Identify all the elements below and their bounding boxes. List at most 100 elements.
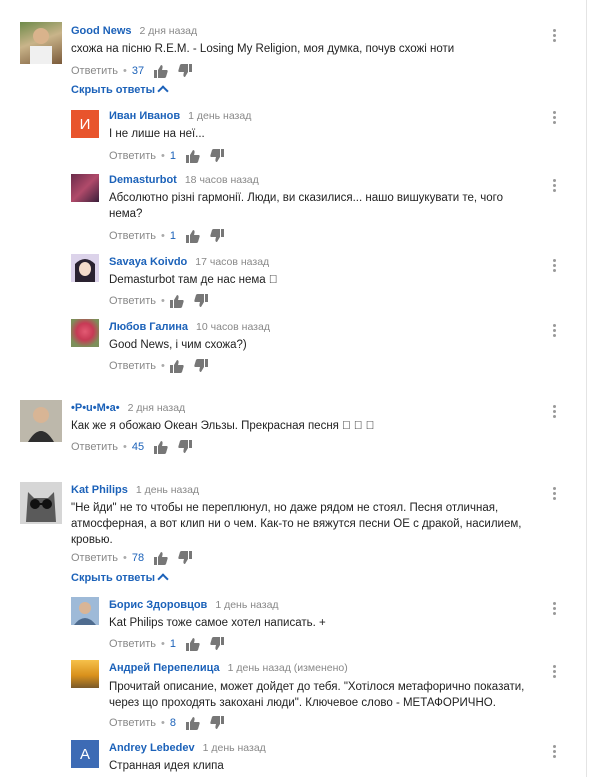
thumb-down-icon[interactable] (194, 359, 208, 373)
avatar[interactable] (71, 319, 99, 347)
chevron-up-icon (157, 573, 169, 585)
avatar-photo (30, 28, 52, 64)
comment-time[interactable]: 1 день назад (136, 484, 199, 496)
comment-text: Абсолютно різні гармонії. Люди, ви скази… (109, 192, 503, 220)
cat-sunglasses-avatar (20, 482, 62, 524)
avatar[interactable] (20, 400, 62, 442)
reply-button[interactable]: Ответить (109, 638, 156, 650)
avatar[interactable] (71, 660, 99, 688)
comment-author[interactable]: Savaya Koivdo 17 часов назад (109, 256, 269, 268)
comment-actions: Ответить • 1 (109, 229, 234, 243)
comment-time[interactable]: 10 часов назад (196, 321, 270, 333)
right-border (586, 0, 587, 777)
hide-replies-button[interactable]: Скрыть ответы (71, 572, 169, 585)
avatar[interactable] (71, 597, 99, 625)
like-count: 8 (169, 717, 177, 729)
comment-text: "Не йди" не то чтобы не переплюнул, но д… (71, 502, 522, 546)
avatar[interactable]: И (71, 110, 99, 138)
comment-author[interactable]: Demasturbot 18 часов назад (109, 174, 259, 186)
thumb-down-icon[interactable] (178, 64, 193, 78)
more-options-icon[interactable] (551, 601, 557, 617)
comment-time[interactable]: 1 день назад (188, 110, 251, 122)
comment-text: Demasturbot там де нас нема ￿ (109, 274, 278, 286)
comment-text: Kat Philips тоже самое хотел написать. + (109, 617, 326, 629)
avatar[interactable] (71, 174, 99, 202)
avatar[interactable]: A (71, 740, 99, 768)
comment-actions: Ответить • 78 (71, 551, 202, 565)
like-count: 37 (131, 65, 145, 77)
comment-author[interactable]: Good News 2 дня назад (71, 25, 197, 37)
comment-time[interactable]: 1 день назад (215, 599, 278, 611)
thumb-up-icon[interactable] (169, 359, 184, 373)
like-count: 1 (169, 150, 177, 162)
comment-author[interactable]: •P•u•M•a• 2 дня назад (71, 402, 185, 414)
reply-button[interactable]: Ответить (71, 441, 118, 453)
comment-text: І не лише на неї... (109, 128, 205, 140)
chevron-up-icon (157, 85, 169, 97)
thumb-up-icon[interactable] (169, 294, 184, 308)
comment-time[interactable]: 2 дня назад (140, 25, 198, 37)
comment-author[interactable]: Andrey Lebedev 1 день назад (109, 742, 266, 754)
avatar[interactable] (20, 22, 62, 64)
comment-time[interactable]: 2 дня назад (128, 402, 186, 414)
comment-actions: Ответить • 1 (109, 149, 234, 163)
like-count: 45 (131, 441, 145, 453)
comment-time[interactable]: 1 день назад (изменено) (228, 662, 348, 674)
more-options-icon[interactable] (551, 110, 557, 126)
comment-actions: Ответить • 45 (71, 440, 202, 454)
avatar[interactable] (20, 482, 62, 524)
more-options-icon[interactable] (551, 258, 557, 274)
comment-time[interactable]: 18 часов назад (185, 174, 259, 186)
thumb-down-icon[interactable] (178, 440, 193, 454)
reply-button[interactable]: Ответить (109, 360, 156, 372)
thumb-up-icon[interactable] (186, 716, 200, 730)
thumb-up-icon[interactable] (186, 637, 200, 651)
thumb-up-icon[interactable] (154, 551, 168, 565)
more-options-icon[interactable] (551, 486, 557, 502)
comment-time[interactable]: 1 день назад (203, 742, 266, 754)
reply-button[interactable]: Ответить (109, 150, 156, 162)
like-count: 1 (169, 230, 177, 242)
avatar-photo (71, 597, 99, 625)
more-options-icon[interactable] (551, 178, 557, 194)
comment-text: Как же я обожаю Океан Эльзы. Прекрасная … (71, 420, 375, 432)
reply-button[interactable]: Ответить (109, 295, 156, 307)
comment-time[interactable]: 17 часов назад (195, 256, 269, 268)
comment-text: Странная идея клипа (109, 760, 224, 772)
comment-author[interactable]: Андрей Перепелица 1 день назад (изменено) (109, 662, 348, 674)
comment-actions: Ответить • (109, 294, 218, 308)
more-options-icon[interactable] (551, 323, 557, 339)
comment-actions: Ответить • 8 (109, 716, 234, 730)
like-count: 1 (169, 638, 177, 650)
avatar[interactable] (71, 254, 99, 282)
thumb-up-icon[interactable] (154, 64, 168, 78)
reply-button[interactable]: Ответить (71, 552, 118, 564)
thumb-down-icon[interactable] (210, 149, 225, 163)
thumb-up-icon[interactable] (186, 229, 200, 243)
comment-author[interactable]: Kat Philips 1 день назад (71, 484, 199, 496)
thumb-down-icon[interactable] (210, 229, 225, 243)
reply-button[interactable]: Ответить (109, 717, 156, 729)
thumb-down-icon[interactable] (210, 637, 225, 651)
comment-author[interactable]: Любов Галина 10 часов назад (109, 321, 270, 333)
thumb-down-icon[interactable] (210, 716, 225, 730)
more-options-icon[interactable] (551, 664, 557, 680)
avatar-anime (71, 254, 99, 282)
comment-actions: Ответить • 37 (71, 64, 202, 78)
hide-replies-button[interactable]: Скрыть ответы (71, 84, 169, 97)
thumb-down-icon[interactable] (178, 551, 193, 565)
more-options-icon[interactable] (551, 744, 557, 760)
reply-button[interactable]: Ответить (71, 65, 118, 77)
more-options-icon[interactable] (551, 28, 557, 44)
comment-actions: Ответить • (109, 359, 218, 373)
comment-actions: Ответить • 1 (109, 637, 234, 651)
more-options-icon[interactable] (551, 404, 557, 420)
avatar-photo (20, 400, 62, 442)
comment-author[interactable]: Иван Иванов 1 день назад (109, 110, 251, 122)
thumb-down-icon[interactable] (194, 294, 208, 308)
thumb-up-icon[interactable] (186, 149, 200, 163)
reply-button[interactable]: Ответить (109, 230, 156, 242)
thumb-up-icon[interactable] (154, 440, 168, 454)
comment-author[interactable]: Борис Здоровцов 1 день назад (109, 599, 279, 611)
comment-text: схожа на пісню R.E.M. - Losing My Religi… (71, 43, 455, 55)
